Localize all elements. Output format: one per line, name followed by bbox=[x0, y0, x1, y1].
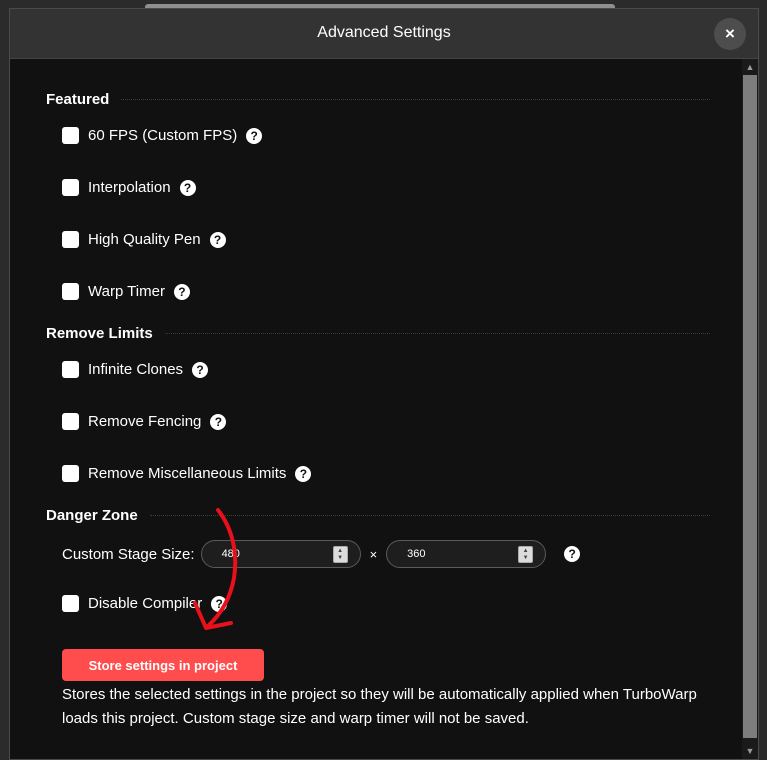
checkbox-remove-fencing[interactable] bbox=[62, 413, 79, 430]
option-remove-misc-limits[interactable]: Remove Miscellaneous Limits ? bbox=[62, 465, 312, 482]
help-icon[interactable]: ? bbox=[211, 595, 228, 612]
option-label: Remove Fencing bbox=[88, 413, 202, 430]
scroll-thumb[interactable] bbox=[743, 75, 757, 738]
option-label: Infinite Clones bbox=[88, 361, 184, 378]
stage-height-spinner[interactable]: ▲ ▼ bbox=[518, 546, 534, 563]
checkbox-interpolation[interactable] bbox=[62, 179, 79, 196]
option-label: Remove Miscellaneous Limits bbox=[88, 465, 287, 482]
help-icon[interactable]: ? bbox=[295, 465, 312, 482]
section-divider bbox=[149, 515, 710, 516]
stage-width-spinner[interactable]: ▲ ▼ bbox=[332, 546, 348, 563]
help-icon[interactable]: ? bbox=[246, 127, 263, 144]
chevron-down-icon[interactable]: ▼ bbox=[523, 555, 529, 561]
close-icon: × bbox=[725, 24, 735, 43]
option-label: Warp Timer bbox=[88, 283, 165, 300]
scroll-up-arrow-icon[interactable]: ▲ bbox=[742, 59, 758, 75]
checkbox-warp-timer[interactable] bbox=[62, 283, 79, 300]
custom-stage-size-row: Custom Stage Size: 480 ▲ ▼ × 360 ▲ ▼ ? bbox=[62, 539, 581, 569]
help-icon[interactable]: ? bbox=[210, 413, 227, 430]
option-label: 60 FPS (Custom FPS) bbox=[88, 127, 238, 144]
checkbox-disable-compiler[interactable] bbox=[62, 595, 79, 612]
checkbox-infinite-clones[interactable] bbox=[62, 361, 79, 378]
option-disable-compiler[interactable]: Disable Compiler ? bbox=[62, 595, 228, 612]
checkbox-60fps[interactable] bbox=[62, 127, 79, 144]
help-icon[interactable]: ? bbox=[209, 231, 226, 248]
dialog-header: Advanced Settings × bbox=[10, 9, 758, 59]
dialog-content: Featured 60 FPS (Custom FPS) ? Interpola… bbox=[10, 59, 742, 759]
section-title: Remove Limits bbox=[46, 325, 153, 342]
stage-size-label: Custom Stage Size: bbox=[62, 545, 195, 563]
section-divider bbox=[121, 99, 710, 100]
section-featured-header: Featured bbox=[46, 91, 710, 108]
help-icon[interactable]: ? bbox=[179, 179, 196, 196]
option-high-quality-pen[interactable]: High Quality Pen ? bbox=[62, 231, 226, 248]
option-warp-timer[interactable]: Warp Timer ? bbox=[62, 283, 190, 300]
stage-width-value: 480 bbox=[221, 548, 240, 560]
chevron-up-icon[interactable]: ▲ bbox=[523, 548, 529, 554]
dialog-title: Advanced Settings bbox=[317, 24, 451, 41]
section-title: Danger Zone bbox=[46, 507, 138, 524]
scroll-down-arrow-icon[interactable]: ▼ bbox=[742, 743, 758, 759]
section-title: Featured bbox=[46, 91, 110, 108]
help-icon[interactable]: ? bbox=[192, 361, 209, 378]
store-settings-description: Stores the selected settings in the proj… bbox=[62, 686, 697, 727]
stage-height-input[interactable]: 360 ▲ ▼ bbox=[386, 540, 547, 568]
option-label: Interpolation bbox=[88, 179, 171, 196]
store-settings-button[interactable]: Store settings in project bbox=[62, 649, 264, 681]
scrollbar[interactable]: ▲ ▼ bbox=[742, 59, 758, 759]
option-label: Disable Compiler bbox=[88, 595, 203, 612]
stage-height-value: 360 bbox=[407, 548, 426, 560]
help-icon[interactable]: ? bbox=[173, 283, 190, 300]
chevron-up-icon[interactable]: ▲ bbox=[337, 548, 343, 554]
close-button[interactable]: × bbox=[714, 18, 746, 50]
option-interpolation[interactable]: Interpolation ? bbox=[62, 179, 196, 196]
option-label: High Quality Pen bbox=[88, 231, 201, 248]
section-divider bbox=[164, 333, 710, 334]
chevron-down-icon[interactable]: ▼ bbox=[337, 555, 343, 561]
section-remove-limits-header: Remove Limits bbox=[46, 325, 710, 342]
stage-width-input[interactable]: 480 ▲ ▼ bbox=[200, 540, 361, 568]
times-symbol: × bbox=[369, 546, 378, 562]
option-60fps[interactable]: 60 FPS (Custom FPS) ? bbox=[62, 127, 263, 144]
help-icon[interactable]: ? bbox=[564, 546, 581, 562]
option-remove-fencing[interactable]: Remove Fencing ? bbox=[62, 413, 227, 430]
checkbox-high-quality-pen[interactable] bbox=[62, 231, 79, 248]
option-infinite-clones[interactable]: Infinite Clones ? bbox=[62, 361, 209, 378]
advanced-settings-dialog: Advanced Settings × Featured 60 FPS (Cus… bbox=[9, 8, 759, 760]
checkbox-remove-misc-limits[interactable] bbox=[62, 465, 79, 482]
section-danger-zone-header: Danger Zone bbox=[46, 507, 710, 524]
